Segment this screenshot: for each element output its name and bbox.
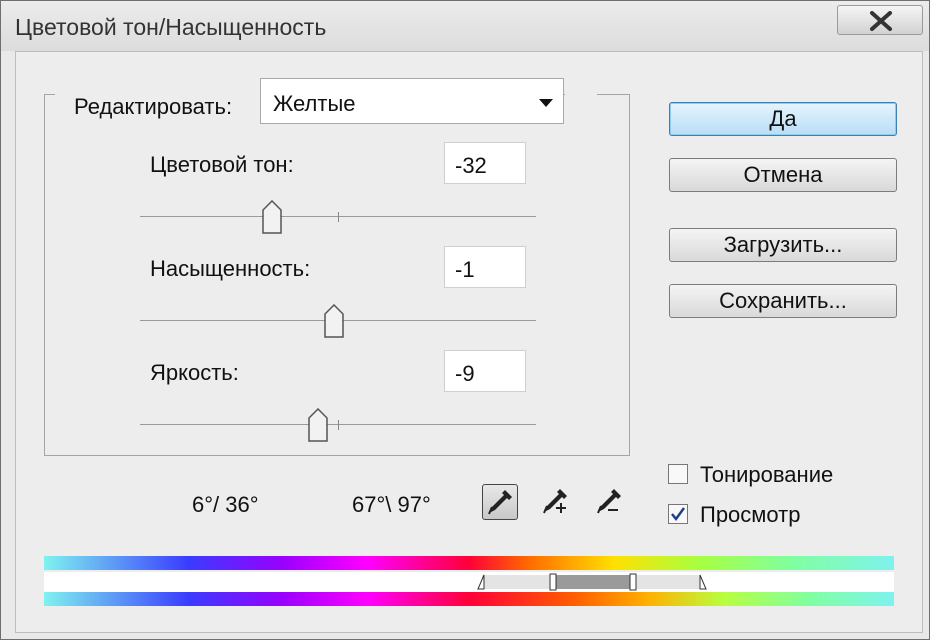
hue-center-tick	[338, 212, 339, 222]
title-bar: Цветовой тон/Насыщенность	[1, 1, 929, 51]
lightness-input[interactable]: -9	[444, 350, 526, 392]
hue-label: Цветовой тон:	[150, 152, 294, 177]
colorize-label: Тонирование	[700, 462, 834, 487]
lightness-label: Яркость:	[150, 360, 239, 385]
output-spectrum-bar	[44, 592, 894, 606]
saturation-input[interactable]: -1	[444, 246, 526, 288]
edit-label: Редактировать:	[74, 94, 233, 119]
eyedropper-minus-icon	[597, 489, 621, 514]
eyedropper-icon	[488, 490, 512, 515]
edit-channel-value: Желтые	[273, 91, 356, 116]
load-button[interactable]: Загрузить...	[669, 228, 897, 262]
range-adjuster[interactable]	[44, 572, 894, 592]
range-strip[interactable]	[44, 572, 894, 592]
checkmark-icon	[671, 507, 686, 522]
lightness-center-tick	[338, 420, 339, 430]
eyedropper-minus-button[interactable]	[592, 484, 628, 520]
close-icon	[870, 11, 892, 31]
saturation-label: Насыщенность:	[150, 256, 311, 281]
close-button[interactable]	[837, 5, 923, 35]
adjustment-group	[44, 93, 630, 456]
group-gap-right	[565, 93, 597, 97]
save-button[interactable]: Сохранить...	[669, 284, 897, 318]
hue-input[interactable]: -32	[444, 142, 526, 184]
input-spectrum-bar	[44, 556, 894, 570]
range-start-readout: 6°/ 36°	[192, 492, 259, 517]
preview-label: Просмотр	[700, 502, 801, 527]
range-end-readout: 67°\ 97°	[352, 492, 431, 517]
preview-checkbox[interactable]	[668, 504, 688, 524]
edit-channel-select[interactable]: Желтые	[260, 78, 564, 124]
colorize-checkbox[interactable]	[668, 464, 688, 484]
saturation-slider-thumb[interactable]	[324, 304, 344, 338]
ok-button[interactable]: Да	[669, 102, 897, 136]
window-title: Цветовой тон/Насыщенность	[15, 14, 327, 40]
hue-slider-thumb[interactable]	[262, 200, 282, 234]
hue-saturation-dialog: Цветовой тон/Насыщенность Редактировать:…	[0, 0, 930, 640]
lightness-slider-thumb[interactable]	[308, 408, 328, 442]
eyedropper-button[interactable]	[482, 484, 518, 520]
eyedropper-plus-button[interactable]	[538, 484, 574, 520]
cancel-button[interactable]: Отмена	[669, 158, 897, 192]
eyedropper-plus-icon	[543, 489, 567, 514]
dialog-body: Редактировать: Желтые Цветовой тон: -32 …	[15, 51, 923, 633]
chevron-down-icon	[539, 99, 553, 107]
